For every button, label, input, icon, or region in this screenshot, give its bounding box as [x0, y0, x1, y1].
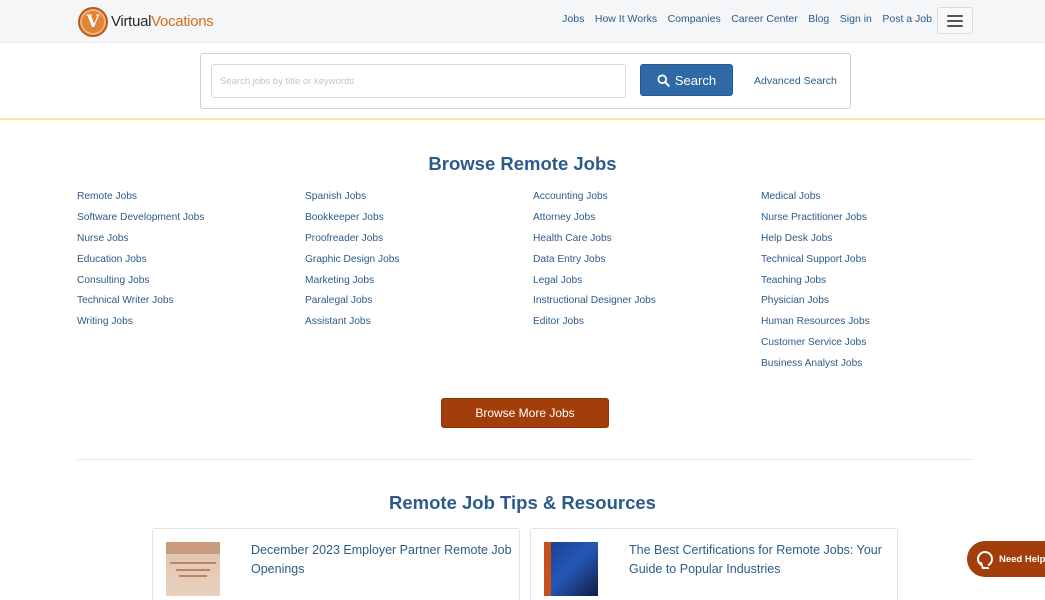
resource-card[interactable]: December 2023 Employer Partner Remote Jo…: [152, 528, 520, 600]
job-link[interactable]: Medical Jobs: [761, 190, 870, 211]
resource-card[interactable]: The Best Certifications for Remote Jobs:…: [530, 528, 898, 600]
job-link[interactable]: Health Care Jobs: [533, 232, 656, 253]
job-link[interactable]: Attorney Jobs: [533, 211, 656, 232]
job-link[interactable]: Physician Jobs: [761, 294, 870, 315]
need-help-label: Need Help: [999, 553, 1045, 565]
card-title[interactable]: The Best Certifications for Remote Jobs:…: [629, 541, 887, 578]
site-logo[interactable]: V VirtualVocations: [78, 6, 214, 37]
job-link[interactable]: Technical Writer Jobs: [77, 294, 204, 315]
job-category-column-1: Remote Jobs Software Development Jobs Nu…: [77, 190, 204, 336]
job-link[interactable]: Teaching Jobs: [761, 274, 870, 295]
main-nav: Jobs How It Works Companies Career Cente…: [552, 13, 932, 25]
job-link[interactable]: Instructional Designer Jobs: [533, 294, 656, 315]
job-link[interactable]: Writing Jobs: [77, 315, 204, 336]
nav-post-a-job[interactable]: Post a Job: [882, 13, 932, 25]
hamburger-menu-button[interactable]: [937, 7, 973, 34]
job-link[interactable]: Graphic Design Jobs: [305, 253, 400, 274]
need-help-button[interactable]: Need Help: [967, 541, 1045, 577]
card-title[interactable]: December 2023 Employer Partner Remote Jo…: [251, 541, 516, 578]
job-link[interactable]: Paralegal Jobs: [305, 294, 400, 315]
job-link[interactable]: Bookkeeper Jobs: [305, 211, 400, 232]
job-link[interactable]: Software Development Jobs: [77, 211, 204, 232]
job-link[interactable]: Remote Jobs: [77, 190, 204, 211]
nav-companies[interactable]: Companies: [668, 13, 721, 25]
job-link[interactable]: Proofreader Jobs: [305, 232, 400, 253]
job-link[interactable]: Business Analyst Jobs: [761, 357, 870, 378]
browse-more-jobs-button[interactable]: Browse More Jobs: [441, 398, 609, 428]
job-link[interactable]: Legal Jobs: [533, 274, 656, 295]
job-link[interactable]: Help Desk Jobs: [761, 232, 870, 253]
advanced-search-link[interactable]: Advanced Search: [754, 75, 837, 87]
section-divider: [77, 459, 972, 460]
job-link[interactable]: Technical Support Jobs: [761, 253, 870, 274]
job-link[interactable]: Human Resources Jobs: [761, 315, 870, 336]
tips-title: Remote Job Tips & Resources: [389, 492, 656, 513]
job-category-column-4: Medical Jobs Nurse Practitioner Jobs Hel…: [761, 190, 870, 378]
search-icon: [657, 73, 670, 87]
nav-sign-in[interactable]: Sign in: [840, 13, 872, 25]
search-box: Search Advanced Search: [200, 53, 851, 109]
nav-blog[interactable]: Blog: [808, 13, 829, 25]
chat-bubble-icon: [977, 551, 993, 567]
job-link[interactable]: Editor Jobs: [533, 315, 656, 336]
job-category-column-3: Accounting Jobs Attorney Jobs Health Car…: [533, 190, 656, 336]
search-button[interactable]: Search: [640, 64, 733, 96]
job-link[interactable]: Education Jobs: [77, 253, 204, 274]
job-link[interactable]: Data Entry Jobs: [533, 253, 656, 274]
job-link[interactable]: Assistant Jobs: [305, 315, 400, 336]
job-link[interactable]: Accounting Jobs: [533, 190, 656, 211]
card-thumbnail: [166, 542, 220, 596]
nav-jobs[interactable]: Jobs: [562, 13, 584, 25]
card-thumbnail: [544, 542, 598, 596]
job-link[interactable]: Marketing Jobs: [305, 274, 400, 295]
job-link[interactable]: Nurse Jobs: [77, 232, 204, 253]
top-navbar: V VirtualVocations Jobs How It Works Com…: [0, 0, 1045, 43]
browse-title: Browse Remote Jobs: [428, 153, 617, 174]
job-category-column-2: Spanish Jobs Bookkeeper Jobs Proofreader…: [305, 190, 400, 336]
search-section: Search Advanced Search: [0, 43, 1045, 120]
logo-text-vocations: Vocations: [151, 13, 214, 30]
logo-text: VirtualVocations: [111, 13, 214, 30]
nav-career-center[interactable]: Career Center: [731, 13, 798, 25]
search-button-label: Search: [674, 72, 717, 88]
job-link[interactable]: Nurse Practitioner Jobs: [761, 211, 870, 232]
nav-how-it-works[interactable]: How It Works: [595, 13, 657, 25]
logo-text-virtual: Virtual: [111, 13, 152, 30]
job-link[interactable]: Spanish Jobs: [305, 190, 400, 211]
job-link[interactable]: Consulting Jobs: [77, 274, 204, 295]
hamburger-icon: [947, 14, 963, 17]
logo-mark: V: [78, 6, 108, 37]
job-link[interactable]: Customer Service Jobs: [761, 336, 870, 357]
search-input[interactable]: [211, 64, 626, 98]
